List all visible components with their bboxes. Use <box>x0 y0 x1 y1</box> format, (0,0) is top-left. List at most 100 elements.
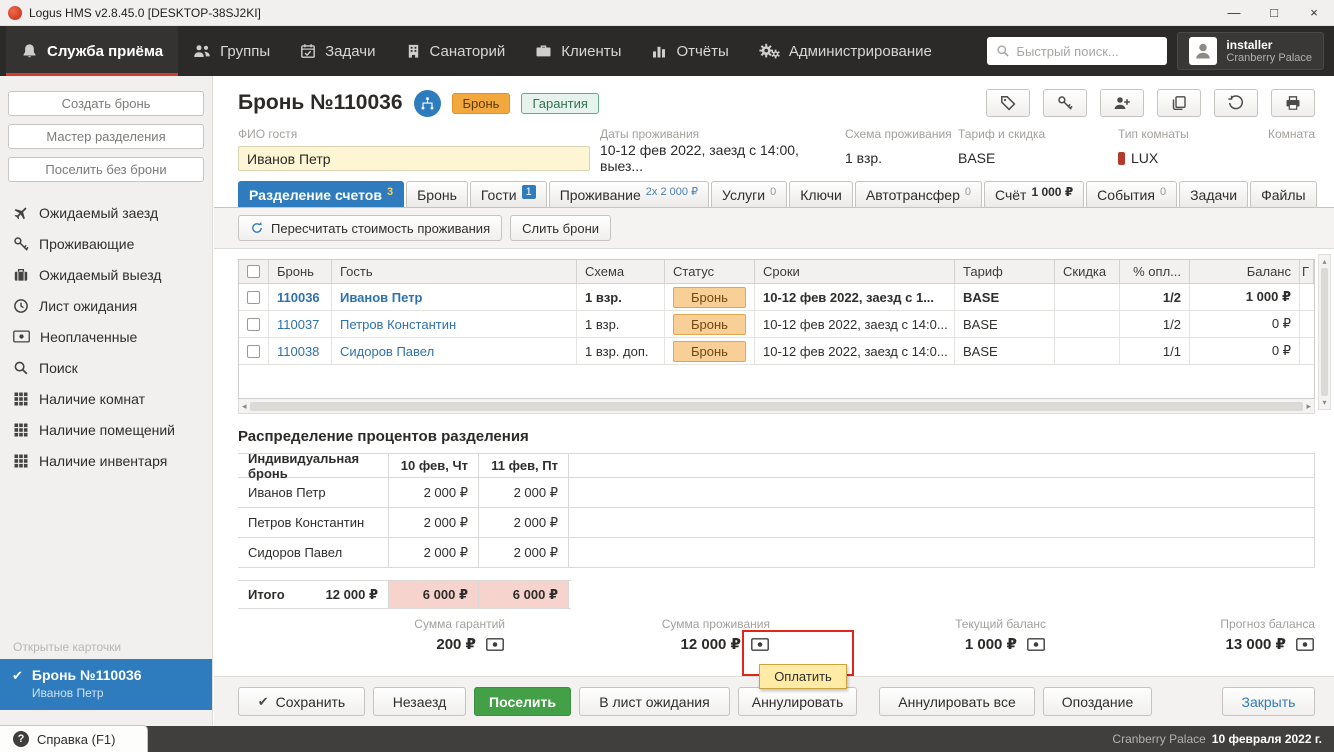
sidebar-item-waitlist[interactable]: Лист ожидания <box>0 290 212 321</box>
tab-keys[interactable]: Ключи <box>789 181 853 207</box>
annul-button[interactable]: Аннулировать <box>738 687 857 716</box>
tab-services[interactable]: Услуги0 <box>711 181 787 207</box>
sidebar-item-search[interactable]: Поиск <box>0 352 212 383</box>
scrollbar-thumb[interactable] <box>1321 268 1328 396</box>
nav-item-tasks[interactable]: Задачи <box>285 26 390 76</box>
keys-button[interactable] <box>1043 89 1087 117</box>
checkin-button[interactable]: Поселить <box>474 687 571 716</box>
table-row[interactable]: 110037 Петров Константин 1 взр. Бронь 10… <box>239 311 1314 338</box>
search-input[interactable] <box>1016 44 1158 59</box>
tab-booking[interactable]: Бронь <box>406 181 468 207</box>
tab-stay[interactable]: Проживание2x 2 000 ₽ <box>549 181 709 207</box>
nav-item-clients[interactable]: Клиенты <box>520 26 636 76</box>
col-header-extra[interactable]: Г <box>1300 260 1314 283</box>
booking-number-link[interactable]: 110036 <box>277 290 320 305</box>
tab-split-accounts[interactable]: Разделение счетов3 <box>238 181 404 207</box>
col-header-scheme[interactable]: Схема <box>577 260 665 283</box>
user-menu[interactable]: installer Cranberry Palace <box>1177 32 1324 70</box>
sidebar-item-inventory-availability[interactable]: Наличие инвентаря <box>0 445 212 476</box>
row-checkbox[interactable] <box>247 291 260 304</box>
sidebar-item-inhouse[interactable]: Проживающие <box>0 228 212 259</box>
guest-link[interactable]: Петров Константин <box>340 317 456 332</box>
booking-number-link[interactable]: 110038 <box>277 344 319 359</box>
noshow-button[interactable]: Незаезд <box>373 687 466 716</box>
tab-tasks[interactable]: Задачи <box>1179 181 1248 207</box>
nav-item-groups[interactable]: Группы <box>178 26 285 76</box>
row-checkbox[interactable] <box>247 318 260 331</box>
help-button[interactable]: ? Справка (F1) <box>0 725 148 752</box>
col-header-status[interactable]: Статус <box>665 260 755 283</box>
col-header-dates[interactable]: Сроки <box>755 260 955 283</box>
late-button[interactable]: Опоздание <box>1043 687 1152 716</box>
select-all-checkbox[interactable] <box>247 265 260 278</box>
checkin-without-booking-button[interactable]: Поселить без брони <box>8 157 204 182</box>
add-guest-button[interactable] <box>1100 89 1144 117</box>
sidebar-item-expected-departure[interactable]: Ожидаемый выезд <box>0 259 212 290</box>
waitlist-button[interactable]: В лист ожидания <box>579 687 730 716</box>
split-wizard-button[interactable]: Мастер разделения <box>8 124 204 149</box>
scheme-value[interactable]: 1 взр. <box>845 146 958 170</box>
close-page-button[interactable]: Закрыть <box>1222 687 1315 716</box>
distribution-row[interactable]: Петров Константин 2 000 ₽ 2 000 ₽ <box>238 508 1315 538</box>
scroll-down-arrow-icon[interactable]: ▾ <box>1322 398 1326 407</box>
create-booking-button[interactable]: Создать бронь <box>8 91 204 116</box>
row-checkbox[interactable] <box>247 345 260 358</box>
guest-name-input[interactable] <box>238 146 590 171</box>
nav-item-sanatorium[interactable]: Санаторий <box>391 26 521 76</box>
pay-balance-button[interactable] <box>1026 637 1046 652</box>
table-vertical-scrollbar[interactable]: ▴ ▾ <box>1318 254 1331 410</box>
booking-number-link[interactable]: 110037 <box>277 317 319 332</box>
col-header-tariff[interactable]: Тариф <box>955 260 1055 283</box>
tariff-value[interactable]: BASE <box>958 146 1118 170</box>
pay-guarantee-button[interactable] <box>485 637 505 652</box>
nav-item-reports[interactable]: Отчёты <box>636 26 743 76</box>
open-card-booking[interactable]: ✔ Бронь №110036 Иванов Петр <box>0 659 212 710</box>
sidebar-item-unpaid[interactable]: Неоплаченные <box>0 321 212 352</box>
tab-guests[interactable]: Гости1 <box>470 181 547 207</box>
minimize-button[interactable]: — <box>1214 0 1254 26</box>
pay-stay-button[interactable]: Оплатить <box>750 637 770 652</box>
scroll-left-arrow-icon[interactable]: ◂ <box>242 401 247 412</box>
sidebar-item-space-availability[interactable]: Наличие помещений <box>0 414 212 445</box>
summary-current-balance: Текущий баланс 1 000 ₽ <box>770 617 1046 653</box>
copy-button[interactable] <box>1157 89 1201 117</box>
scroll-right-arrow-icon[interactable]: ▸ <box>1306 401 1311 412</box>
close-button[interactable]: × <box>1294 0 1334 26</box>
print-button[interactable] <box>1271 89 1315 117</box>
scroll-up-arrow-icon[interactable]: ▴ <box>1322 257 1326 266</box>
tab-events[interactable]: События0 <box>1086 181 1177 207</box>
col-header-balance[interactable]: Баланс <box>1190 260 1300 283</box>
col-header-guest[interactable]: Гость <box>332 260 577 283</box>
annul-all-button[interactable]: Аннулировать все <box>879 687 1035 716</box>
pay-forecast-button[interactable] <box>1295 637 1315 652</box>
col-header-number[interactable]: Бронь <box>269 260 332 283</box>
nav-item-reception[interactable]: Служба приёма <box>6 26 178 76</box>
col-header-paid[interactable]: % опл... <box>1120 260 1190 283</box>
scrollbar-thumb[interactable] <box>250 402 1304 411</box>
roomtype-value[interactable]: LUX <box>1118 146 1268 170</box>
table-horizontal-scrollbar[interactable]: ◂ ▸ <box>238 399 1315 414</box>
total-label: Итого <box>248 587 285 602</box>
tab-files[interactable]: Файлы <box>1250 181 1316 207</box>
merge-bookings-button[interactable]: Слить брони <box>510 215 611 241</box>
guest-link[interactable]: Сидоров Павел <box>340 344 434 359</box>
distribution-row[interactable]: Сидоров Павел 2 000 ₽ 2 000 ₽ <box>238 538 1315 568</box>
nav-label: Служба приёма <box>47 43 163 60</box>
tab-transfer[interactable]: Автотрансфер0 <box>855 181 982 207</box>
distribution-row[interactable]: Иванов Петр 2 000 ₽ 2 000 ₽ <box>238 478 1315 508</box>
history-button[interactable] <box>1214 89 1258 117</box>
nav-item-administration[interactable]: Администрирование <box>744 26 947 76</box>
table-row[interactable]: 110038 Сидоров Павел 1 взр. доп. Бронь 1… <box>239 338 1314 365</box>
clock-icon <box>13 298 29 314</box>
guest-link[interactable]: Иванов Петр <box>340 290 423 305</box>
table-row[interactable]: 110036 Иванов Петр 1 взр. Бронь 10-12 фе… <box>239 284 1314 311</box>
recalculate-button[interactable]: Пересчитать стоимость проживания <box>238 215 502 241</box>
tags-button[interactable] <box>986 89 1030 117</box>
maximize-button[interactable]: □ <box>1254 0 1294 26</box>
tab-account[interactable]: Счёт1 000 ₽ <box>984 181 1084 207</box>
sidebar-item-room-availability[interactable]: Наличие комнат <box>0 383 212 414</box>
col-header-discount[interactable]: Скидка <box>1055 260 1120 283</box>
sidebar-item-expected-arrival[interactable]: Ожидаемый заезд <box>0 197 212 228</box>
save-button[interactable]: ✔Сохранить <box>238 687 365 716</box>
stay-dates-value[interactable]: 10-12 фев 2022, заезд с 14:00, выез... <box>600 146 845 170</box>
